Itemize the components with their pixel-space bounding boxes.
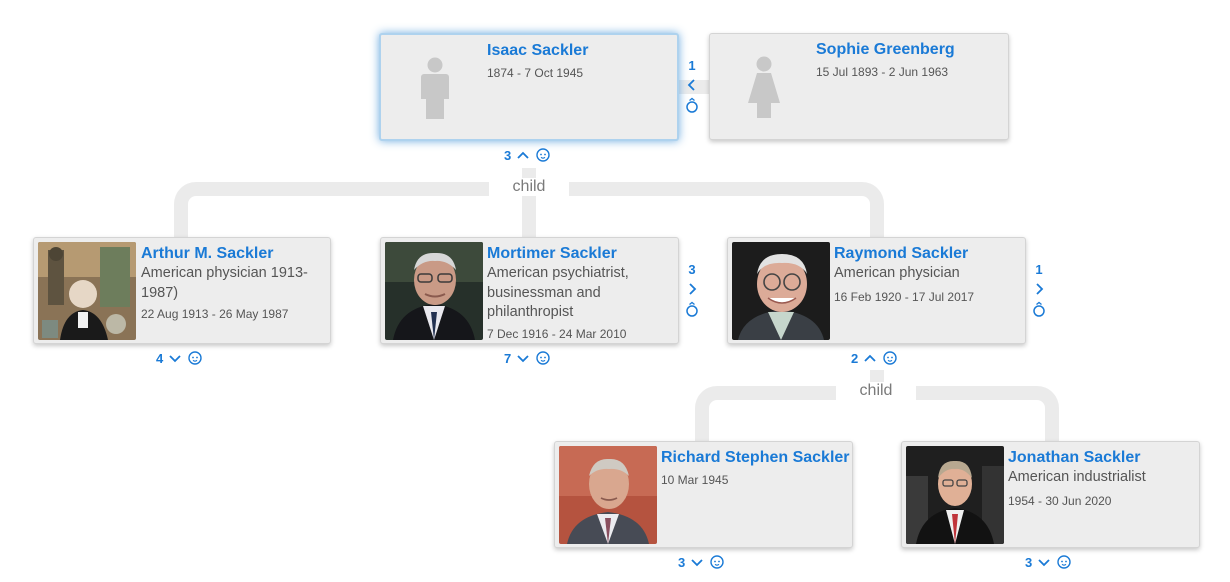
- chevron-up-icon[interactable]: [515, 148, 531, 162]
- ring-icon[interactable]: [1032, 301, 1046, 317]
- baby-face-icon[interactable]: [709, 554, 725, 570]
- person-dates: 1874 - 7 Oct 1945: [487, 66, 584, 80]
- person-name[interactable]: Arthur M. Sackler: [141, 244, 324, 263]
- baby-face-icon[interactable]: [882, 350, 898, 366]
- chevron-down-icon[interactable]: [689, 555, 705, 569]
- children-control-raymond[interactable]: 2: [851, 350, 898, 366]
- children-count[interactable]: 7: [504, 351, 511, 366]
- person-description: American physician 1913-1987): [141, 265, 308, 301]
- person-photo: [906, 446, 1004, 544]
- person-dates: 10 Mar 1945: [661, 473, 729, 487]
- connector-isaac-children-right-arc: [854, 182, 884, 238]
- chevron-right-icon[interactable]: [686, 281, 698, 297]
- person-dates: 22 Aug 1913 - 26 May 1987: [141, 307, 289, 321]
- female-placeholder-icon: [748, 56, 780, 118]
- connector-isaac-children-left-arc: [174, 182, 204, 238]
- children-control-arthur[interactable]: 4: [156, 350, 203, 366]
- children-count[interactable]: 3: [678, 555, 685, 570]
- chevron-down-icon[interactable]: [515, 351, 531, 365]
- spouse-count[interactable]: 1: [1035, 262, 1042, 277]
- portrait-photo: [385, 242, 483, 340]
- person-card-richard-sackler[interactable]: Richard Stephen Sackler 10 Mar 1945: [554, 441, 853, 548]
- baby-face-icon[interactable]: [187, 350, 203, 366]
- chevron-right-icon[interactable]: [1033, 281, 1045, 297]
- person-photo: [385, 242, 483, 340]
- person-name[interactable]: Richard Stephen Sackler: [661, 448, 850, 467]
- spouse-control-raymond[interactable]: 1: [1031, 262, 1047, 317]
- person-photo-placeholder: [714, 38, 812, 136]
- person-photo: [732, 242, 830, 340]
- relation-label-child: child: [836, 382, 916, 400]
- portrait-photo: [732, 242, 830, 340]
- person-card-arthur-sackler[interactable]: Arthur M. Sackler American physician 191…: [33, 237, 331, 344]
- spouse-control-isaac[interactable]: 1: [684, 58, 700, 113]
- person-dates: 16 Feb 1920 - 17 Jul 2017: [834, 289, 975, 304]
- chevron-down-icon[interactable]: [1036, 555, 1052, 569]
- relation-label-child: child: [489, 178, 569, 196]
- person-dates: 7 Dec 1916 - 24 Mar 2010: [487, 326, 627, 341]
- baby-face-icon[interactable]: [1056, 554, 1072, 570]
- spouse-control-mortimer[interactable]: 3: [684, 262, 700, 317]
- person-description: American psychiatrist, businessman and p…: [487, 265, 629, 320]
- person-photo-placeholder: [385, 39, 483, 137]
- children-count[interactable]: 3: [1025, 555, 1032, 570]
- chevron-up-icon[interactable]: [862, 351, 878, 365]
- person-card-raymond-sackler[interactable]: Raymond Sackler American physician 16 Fe…: [727, 237, 1026, 344]
- children-count[interactable]: 2: [851, 351, 858, 366]
- children-control-isaac[interactable]: 3: [504, 147, 551, 163]
- connector-raymond-children-left-arc: [695, 386, 725, 441]
- children-control-jonathan[interactable]: 3: [1025, 554, 1072, 570]
- person-name[interactable]: Jonathan Sackler: [1008, 448, 1193, 467]
- person-description: American industrialist: [1008, 469, 1146, 485]
- male-placeholder-icon: [421, 57, 449, 119]
- children-control-richard[interactable]: 3: [678, 554, 725, 570]
- person-card-isaac-sackler[interactable]: Isaac Sackler 1874 - 7 Oct 1945: [379, 33, 679, 141]
- chevron-down-icon[interactable]: [167, 351, 183, 365]
- person-name[interactable]: Raymond Sackler: [834, 244, 1019, 263]
- portrait-photo: [38, 242, 136, 340]
- person-dates: 15 Jul 1893 - 2 Jun 1963: [816, 65, 949, 79]
- portrait-photo: [906, 446, 1004, 544]
- spouse-count[interactable]: 1: [688, 58, 695, 73]
- children-count[interactable]: 4: [156, 351, 163, 366]
- person-card-sophie-greenberg[interactable]: Sophie Greenberg 15 Jul 1893 - 2 Jun 196…: [709, 33, 1009, 140]
- person-name[interactable]: Isaac Sackler: [487, 41, 671, 60]
- chevron-left-icon[interactable]: [686, 77, 698, 93]
- person-name[interactable]: Sophie Greenberg: [816, 40, 1002, 59]
- person-card-mortimer-sackler[interactable]: Mortimer Sackler American psychiatrist, …: [380, 237, 679, 344]
- portrait-photo: [559, 446, 657, 544]
- person-name[interactable]: Mortimer Sackler: [487, 244, 672, 263]
- person-photo: [559, 446, 657, 544]
- baby-face-icon[interactable]: [535, 147, 551, 163]
- baby-face-icon[interactable]: [535, 350, 551, 366]
- spouse-count[interactable]: 3: [688, 262, 695, 277]
- children-control-mortimer[interactable]: 7: [504, 350, 551, 366]
- person-card-jonathan-sackler[interactable]: Jonathan Sackler American industrialist …: [901, 441, 1200, 548]
- person-description: American physician: [834, 265, 960, 281]
- person-dates: 1954 - 30 Jun 2020: [1008, 493, 1112, 508]
- connector-raymond-children-right-arc: [1029, 386, 1059, 441]
- person-photo: [38, 242, 136, 340]
- ring-icon[interactable]: [685, 301, 699, 317]
- children-count[interactable]: 3: [504, 148, 511, 163]
- ring-icon[interactable]: [685, 97, 699, 113]
